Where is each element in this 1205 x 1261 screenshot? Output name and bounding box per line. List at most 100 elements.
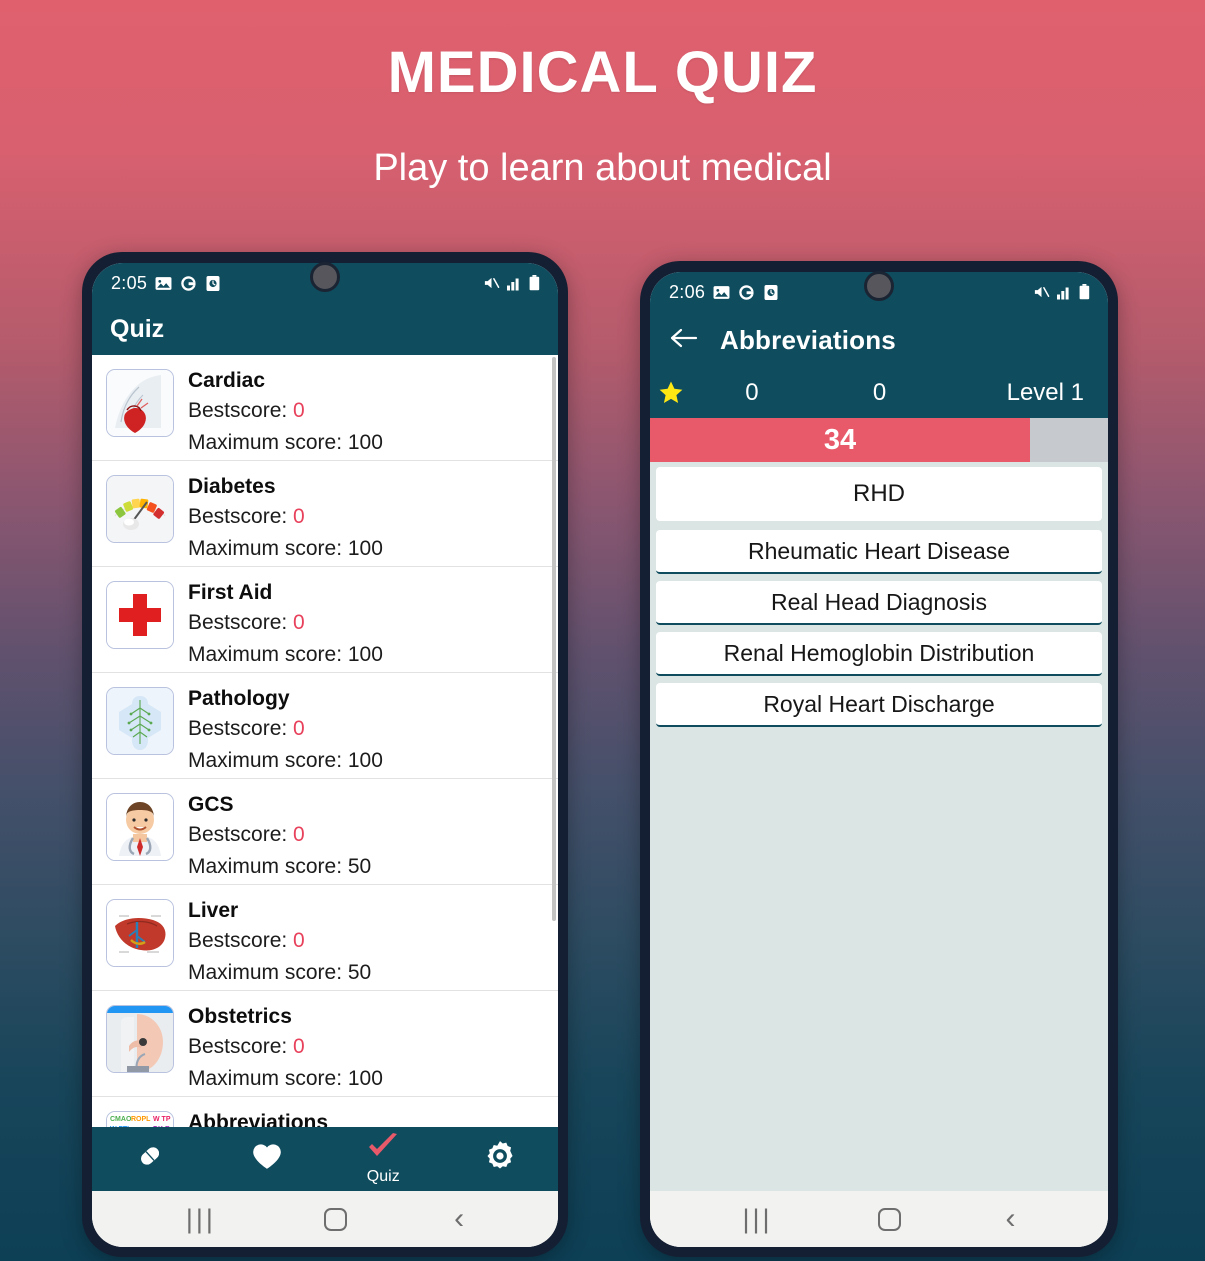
- nav-item-favorites[interactable]: [209, 1127, 326, 1191]
- answer-option-3[interactable]: Renal Hemoglobin Distribution: [656, 632, 1102, 676]
- list-item-title: First Aid: [188, 581, 273, 604]
- bestscore-label: Bestscore:: [188, 823, 294, 847]
- battery-icon: [1079, 284, 1090, 300]
- back-arrow-icon[interactable]: [670, 327, 698, 354]
- timer-progress-bar: 34: [650, 418, 1108, 462]
- app-bar-right: Abbreviations: [650, 312, 1108, 368]
- nav-item-quiz[interactable]: Quiz: [325, 1127, 442, 1191]
- obstetrics-thumb: [106, 1005, 174, 1073]
- max-label: Maximum score:: [188, 430, 348, 454]
- cardiac-thumb: [106, 369, 174, 437]
- list-item-title: Pathology: [188, 687, 290, 710]
- list-item-title: Abbreviations: [188, 1111, 329, 1127]
- quiz-play-area: RHD Rheumatic Heart Disease Real Head Di…: [650, 462, 1108, 1191]
- bestscore-label: Bestscore:: [188, 717, 294, 741]
- question-text: RHD: [853, 480, 905, 507]
- phone-mockup-right: 2:06 Abbreviations 0 0 Level 1 34 RHD Rh…: [640, 261, 1118, 1257]
- list-item-text: Diabetes Bestscore: 0 Maximum score: 100: [188, 471, 383, 564]
- max-label: Maximum score:: [188, 1066, 348, 1090]
- list-item[interactable]: Diabetes Bestscore: 0 Maximum score: 100: [92, 461, 558, 567]
- list-item-bestscore: Bestscore: 0: [188, 713, 383, 745]
- answer-option-2[interactable]: Real Head Diagnosis: [656, 581, 1102, 625]
- answer-option-1[interactable]: Rheumatic Heart Disease: [656, 530, 1102, 574]
- list-item-bestscore: Bestscore: 0: [188, 395, 383, 427]
- list-item-bestscore: Bestscore: 0: [188, 1031, 383, 1063]
- list-item-bestscore: Bestscore: 0: [188, 925, 371, 957]
- bestscore-value: 0: [293, 823, 305, 847]
- bestscore-value: 0: [293, 1035, 305, 1059]
- list-item[interactable]: Liver Bestscore: 0 Maximum score: 50: [92, 885, 558, 991]
- bestscore-value: 0: [293, 717, 305, 741]
- list-item[interactable]: GCS Bestscore: 0 Maximum score: 50: [92, 779, 558, 885]
- list-item-max: Maximum score: 100: [188, 745, 383, 777]
- bestscore-label: Bestscore:: [188, 505, 294, 529]
- list-item-title: Diabetes: [188, 475, 276, 498]
- recents-button[interactable]: |||: [186, 1205, 216, 1233]
- android-gesture-bar-right: ||| ‹: [650, 1191, 1108, 1247]
- image-icon: [713, 284, 730, 301]
- list-item-text: Liver Bestscore: 0 Maximum score: 50: [188, 895, 371, 988]
- list-item[interactable]: Obstetrics Bestscore: 0 Maximum score: 1…: [92, 991, 558, 1097]
- list-item-max: Maximum score: 100: [188, 427, 383, 459]
- mute-icon: [483, 275, 500, 291]
- list-item-title: Obstetrics: [188, 1005, 292, 1028]
- quiz-category-list[interactable]: Cardiac Bestscore: 0 Maximum score: 100 …: [92, 355, 558, 1127]
- level-value: Level 1: [1006, 379, 1084, 406]
- list-item-title: Liver: [188, 899, 239, 922]
- svg-text:CMAO: CMAO: [110, 1116, 132, 1123]
- max-label: Maximum score:: [188, 854, 348, 878]
- back-button[interactable]: ‹: [1006, 1204, 1016, 1234]
- bestscore-label: Bestscore:: [188, 929, 294, 953]
- max-value: 100: [347, 642, 383, 666]
- list-item[interactable]: Cardiac Bestscore: 0 Maximum score: 100: [92, 355, 558, 461]
- status-time: 2:06: [669, 281, 706, 302]
- nav-item-settings[interactable]: [442, 1127, 559, 1191]
- list-item[interactable]: CMAOROPLW TPW FTLDK BYBLWO Abbreviations: [92, 1097, 558, 1127]
- recents-button[interactable]: |||: [742, 1205, 772, 1233]
- list-item-max: Maximum score: 100: [188, 639, 383, 671]
- max-value: 100: [347, 1066, 383, 1090]
- list-item-text: Pathology Bestscore: 0 Maximum score: 10…: [188, 683, 383, 776]
- svg-text:W TP: W TP: [153, 1116, 171, 1123]
- nav-item-medicines[interactable]: [92, 1127, 209, 1191]
- clock-app-icon: [205, 275, 221, 292]
- list-item-max: Maximum score: 50: [188, 851, 371, 883]
- app-bar-title: Quiz: [110, 314, 165, 343]
- max-value: 50: [347, 854, 372, 878]
- max-label: Maximum score:: [188, 642, 348, 666]
- list-item[interactable]: First Aid Bestscore: 0 Maximum score: 10…: [92, 567, 558, 673]
- gear-icon: [483, 1139, 517, 1178]
- home-icon[interactable]: [323, 1207, 347, 1231]
- pathology-thumb: [106, 687, 174, 755]
- image-icon: [155, 275, 172, 292]
- bestscore-value: 0: [293, 505, 305, 529]
- camera-notch: [310, 262, 340, 292]
- list-item-text: GCS Bestscore: 0 Maximum score: 50: [188, 789, 371, 882]
- max-value: 100: [347, 430, 383, 454]
- phone-mockup-left: 2:05 Quiz Cardiac Bestscore: 0 Maximum s…: [82, 252, 568, 1257]
- list-scrollbar[interactable]: [552, 357, 556, 921]
- google-icon: [180, 275, 197, 292]
- answer-text: Real Head Diagnosis: [770, 588, 988, 615]
- list-item-max: Maximum score: 100: [188, 533, 383, 565]
- status-left-group: 2:05: [111, 273, 221, 294]
- abbreviations-thumb: CMAOROPLW TPW FTLDK BYBLWO: [106, 1111, 174, 1127]
- back-button[interactable]: ‹: [454, 1204, 464, 1234]
- bestscore-label: Bestscore:: [188, 611, 294, 635]
- list-item[interactable]: Pathology Bestscore: 0 Maximum score: 10…: [92, 673, 558, 779]
- answer-text: Renal Hemoglobin Distribution: [723, 639, 1035, 666]
- answer-option-4[interactable]: Royal Heart Discharge: [656, 683, 1102, 727]
- liver-thumb: [106, 899, 174, 967]
- bestscore-value: 0: [293, 929, 305, 953]
- checkmark-icon: [366, 1133, 400, 1168]
- android-gesture-bar-left: ||| ‹: [92, 1191, 558, 1247]
- answer-text: Rheumatic Heart Disease: [747, 537, 1011, 564]
- lives-value: 0: [872, 379, 887, 406]
- timer-value: 34: [823, 423, 857, 456]
- app-bar-left: Quiz: [92, 303, 558, 355]
- bestscore-value: 0: [293, 611, 305, 635]
- max-label: Maximum score:: [188, 536, 348, 560]
- battery-icon: [529, 275, 540, 291]
- home-icon[interactable]: [877, 1207, 901, 1231]
- max-value: 100: [347, 536, 383, 560]
